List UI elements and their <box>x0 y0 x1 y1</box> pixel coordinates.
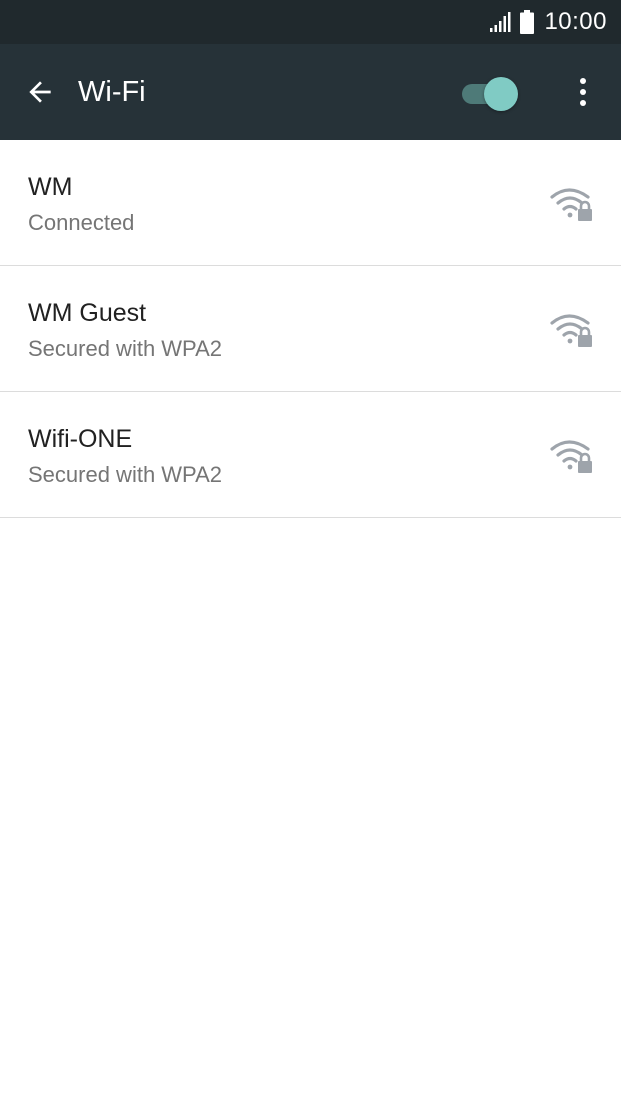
wifi-lock-icon <box>550 188 592 221</box>
signal-icon <box>490 12 511 32</box>
wifi-lock-icon <box>550 440 592 473</box>
network-name: WM <box>28 173 73 201</box>
network-row[interactable]: WM Connected <box>0 140 621 266</box>
network-name: WM Guest <box>28 299 147 327</box>
network-list: WM Connected WM Guest Secured with WPA2 … <box>0 140 621 518</box>
network-row[interactable]: Wifi-ONE Secured with WPA2 <box>0 392 621 518</box>
back-button[interactable] <box>20 72 60 112</box>
network-status: Connected <box>28 210 135 235</box>
wifi-lock-icon <box>550 314 592 347</box>
page-title: Wi-Fi <box>78 75 146 108</box>
network-status: Secured with WPA2 <box>28 336 223 361</box>
network-status: Secured with WPA2 <box>28 462 223 487</box>
battery-icon <box>520 10 535 34</box>
more-vert-icon <box>580 78 586 84</box>
status-time: 10:00 <box>544 8 607 35</box>
toggle-thumb <box>484 77 518 111</box>
app-bar: Wi-Fi <box>0 44 621 140</box>
arrow-back-icon <box>29 81 51 103</box>
status-bar: 10:00 <box>0 0 621 44</box>
wifi-toggle[interactable] <box>462 77 520 111</box>
overflow-menu-button[interactable] <box>566 72 600 112</box>
network-name: Wifi-ONE <box>28 425 133 453</box>
network-row[interactable]: WM Guest Secured with WPA2 <box>0 266 621 392</box>
